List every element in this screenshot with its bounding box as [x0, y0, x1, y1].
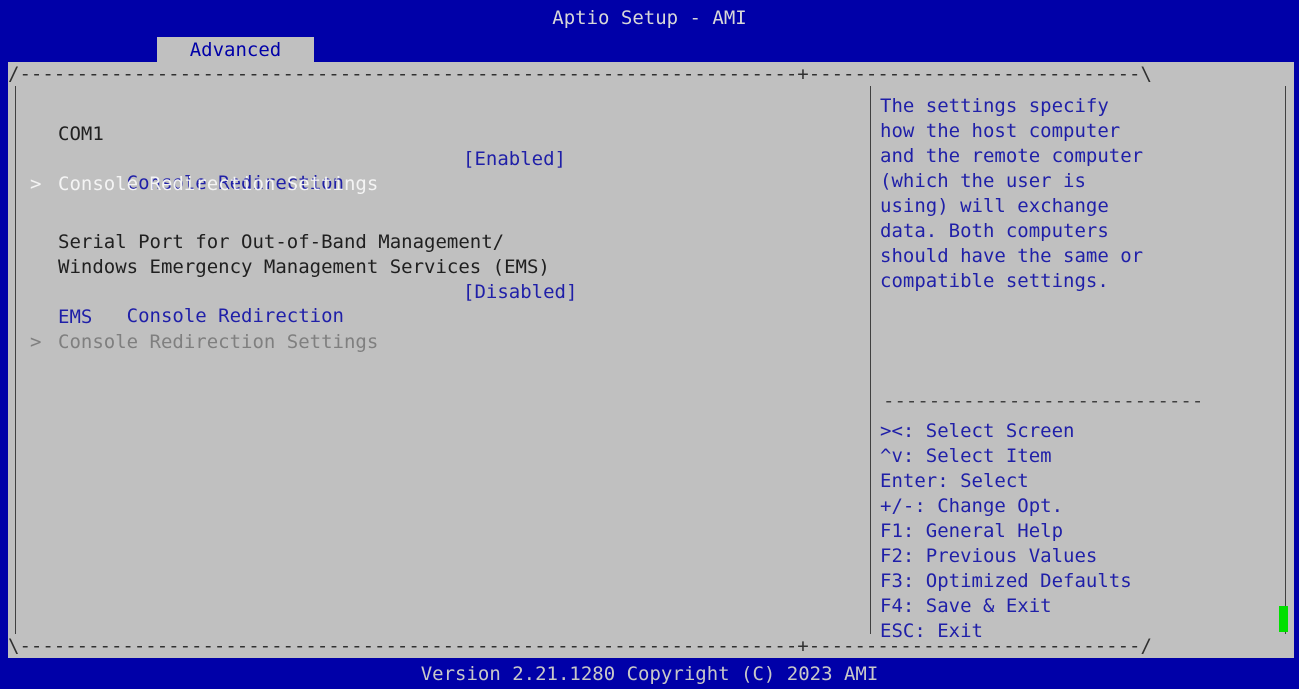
panel-divider: [870, 86, 871, 634]
help-text-line: and the remote computer: [880, 145, 1144, 167]
help-text-line: (which the user is: [880, 170, 1086, 192]
key-hint: +/-: Change Opt.: [880, 495, 1064, 517]
key-hint: F4: Save & Exit: [880, 595, 1052, 617]
key-hint: F1: General Help: [880, 520, 1064, 542]
console-redirection-label: Console Redirection: [126, 305, 344, 327]
app-title: Aptio Setup - AMI: [552, 7, 747, 29]
help-text-line: should have the same or: [880, 245, 1144, 267]
console-redirection-value[interactable]: [Enabled]: [463, 147, 566, 171]
ems-label: EMS: [58, 306, 93, 328]
help-text-line: data. Both computers: [880, 220, 1109, 242]
footer-bar: Version 2.21.1280 Copyright (C) 2023 AMI: [0, 658, 1299, 689]
right-border: [1285, 86, 1286, 634]
submenu-arrow-icon: >: [30, 331, 42, 353]
help-separator: ----------------------------: [883, 390, 1204, 412]
help-text-line: using) will exchange: [880, 195, 1109, 217]
console-redirection-settings-ems: Console Redirection Settings: [58, 331, 379, 353]
com1-heading: COM1: [58, 123, 104, 145]
bios-setup-screen: Aptio Setup - AMI Advanced /------------…: [0, 0, 1299, 689]
tab-advanced[interactable]: Advanced: [157, 37, 314, 62]
header-bar: Aptio Setup - AMI Advanced: [0, 0, 1299, 62]
console-redirection-ems-value[interactable]: [Disabled]: [463, 280, 577, 304]
help-text-line: compatible settings.: [880, 270, 1109, 292]
help-text-line: how the host computer: [880, 120, 1121, 142]
key-hint: ^v: Select Item: [880, 445, 1052, 467]
key-hint: Enter: Select: [880, 470, 1029, 492]
bottom-border: \---------------------------------------…: [8, 635, 1152, 657]
key-hint: F3: Optimized Defaults: [880, 570, 1132, 592]
top-border: /---------------------------------------…: [8, 63, 1152, 85]
version-text: Version 2.21.1280 Copyright (C) 2023 AMI: [420, 663, 879, 685]
serial-port-heading-line2: Windows Emergency Management Services (E…: [58, 256, 550, 278]
key-hint: F2: Previous Values: [880, 545, 1098, 567]
key-hint: ><: Select Screen: [880, 420, 1075, 442]
serial-port-heading-line1: Serial Port for Out-of-Band Management/: [58, 231, 505, 253]
main-panel: /---------------------------------------…: [8, 62, 1294, 658]
console-redirection-settings-com1[interactable]: Console Redirection Settings: [58, 172, 378, 196]
key-hint: ESC: Exit: [880, 620, 983, 642]
submenu-arrow-icon: >: [30, 173, 42, 195]
cursor-block: [1279, 606, 1288, 632]
help-text-line: The settings specify: [880, 95, 1109, 117]
left-border: [15, 86, 16, 634]
